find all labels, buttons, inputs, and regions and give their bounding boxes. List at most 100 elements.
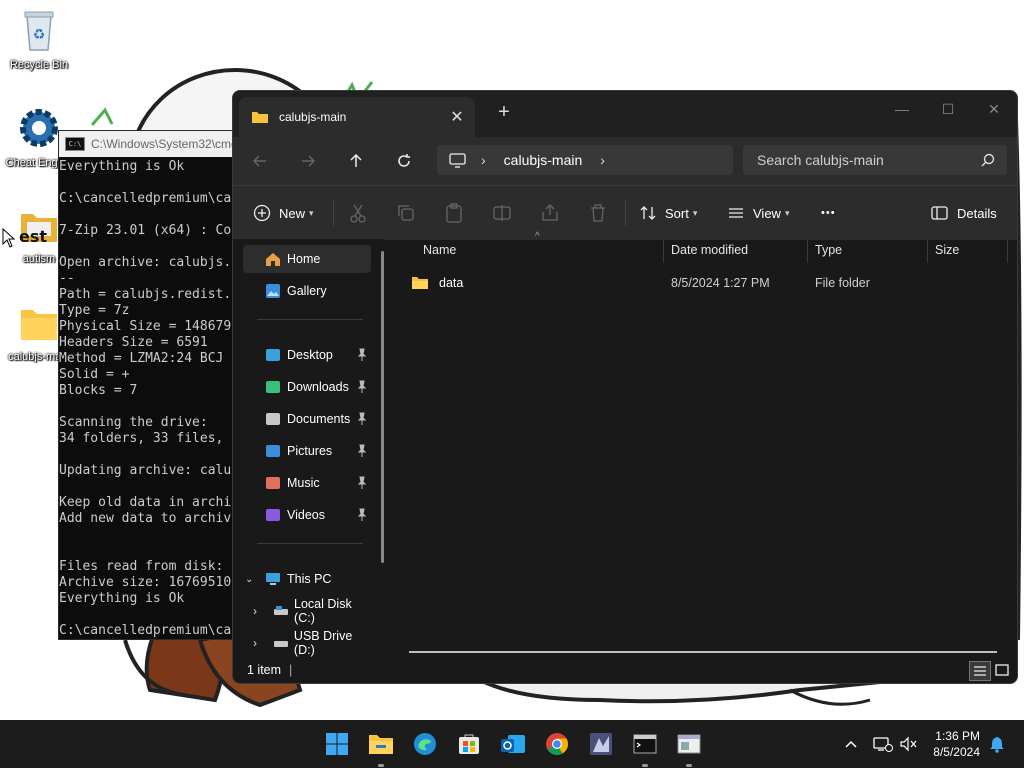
nav-item-music[interactable]: Music (243, 469, 371, 497)
cmd-line: Everything is Ok (59, 159, 185, 174)
chevron-down-icon: ▾ (784, 207, 790, 218)
taskbar-chrome[interactable] (542, 729, 572, 759)
details-button[interactable]: Details (931, 198, 997, 228)
chevron-right-icon[interactable]: › (600, 152, 605, 168)
game-app-icon (590, 733, 612, 755)
tab-calubjs-main[interactable]: calubjs-main ✕ (239, 97, 475, 137)
cmd-icon: C:\ (65, 137, 85, 151)
tiles-view-button[interactable] (993, 661, 1011, 679)
show-hidden-icons-button[interactable] (838, 729, 864, 759)
new-button[interactable]: New ▾ (253, 198, 314, 228)
arrow-right-icon (302, 155, 316, 167)
nav-item-usb-drive[interactable]: › USB Drive (D:) (243, 629, 371, 657)
cmd-line: Type = 7z (59, 303, 130, 318)
copy-icon[interactable] (395, 202, 417, 224)
taskbar-game-app[interactable] (586, 729, 616, 759)
pin-icon[interactable] (357, 476, 367, 490)
cmd-line: C:\cancelledpremium\ca (59, 191, 232, 206)
chevron-right-icon[interactable]: › (253, 604, 257, 618)
cut-icon[interactable] (347, 202, 369, 224)
pin-icon[interactable] (357, 412, 367, 426)
taskbar-command-prompt[interactable] (630, 729, 660, 759)
nav-item-local-disk[interactable]: › Local Disk (C:) (243, 597, 371, 625)
folder-icon (252, 112, 268, 123)
system-clock[interactable]: 1:36 PM 8/5/2024 (933, 728, 980, 760)
taskbar-app-window[interactable] (674, 729, 704, 759)
horizontal-scrollbar[interactable] (409, 651, 997, 653)
up-button[interactable] (341, 147, 371, 175)
documents-icon (266, 413, 280, 425)
tab-title: calubjs-main (279, 110, 347, 124)
cmd-line: 7-Zip 23.01 (x64) : Co (59, 223, 232, 238)
pin-icon[interactable] (357, 348, 367, 362)
taskbar-edge[interactable] (410, 729, 440, 759)
nav-item-this-pc[interactable]: ⌄ This PC (243, 565, 371, 593)
cmd-line: Archive size: 16769510 (59, 575, 232, 590)
paste-icon[interactable] (443, 202, 465, 224)
delete-icon[interactable] (587, 202, 609, 224)
volume-status[interactable] (896, 729, 922, 759)
nav-label: This PC (287, 572, 332, 586)
new-tab-button[interactable]: + (491, 101, 517, 124)
nav-scrollbar[interactable] (381, 251, 384, 563)
taskbar-file-explorer[interactable] (366, 729, 396, 759)
more-options-button[interactable]: ••• (821, 198, 836, 228)
running-indicator (642, 764, 648, 767)
separator (257, 319, 363, 320)
address-box[interactable]: › calubjs-main › (437, 145, 733, 175)
back-button[interactable] (245, 147, 275, 175)
taskbar-outlook[interactable] (498, 729, 528, 759)
maximize-button[interactable]: ☐ (925, 95, 971, 123)
list-view-icon (974, 666, 986, 676)
close-window-button[interactable]: ✕ (971, 95, 1017, 123)
close-tab-icon[interactable]: ✕ (445, 107, 469, 127)
nav-item-home[interactable]: Home (243, 245, 371, 273)
column-separator[interactable] (1007, 239, 1008, 263)
table-row[interactable]: data 8/5/2024 1:27 PM File folder (401, 271, 1001, 295)
separator (625, 200, 626, 226)
network-status[interactable] (870, 729, 896, 759)
column-header-date[interactable]: Date modified (671, 239, 748, 261)
column-header-name[interactable]: Name (423, 239, 456, 261)
breadcrumb[interactable]: calubjs-main (504, 152, 583, 168)
network-icon (873, 737, 893, 752)
nav-item-pictures[interactable]: Pictures (243, 437, 371, 465)
column-separator[interactable] (663, 239, 664, 263)
pin-icon[interactable] (357, 444, 367, 458)
details-view-button[interactable] (969, 661, 991, 681)
home-icon (266, 253, 280, 266)
column-header-type[interactable]: Type (815, 239, 842, 261)
column-separator[interactable] (807, 239, 808, 263)
tiles-view-icon (995, 664, 1009, 676)
column-separator[interactable] (927, 239, 928, 263)
chevron-right-icon[interactable]: › (253, 636, 257, 650)
nav-item-videos[interactable]: Videos (243, 501, 371, 529)
nav-label: Documents (287, 412, 351, 426)
search-input[interactable]: Search calubjs-main (743, 145, 1007, 175)
column-header-size[interactable]: Size (935, 239, 959, 261)
nav-item-downloads[interactable]: Downloads (243, 373, 371, 401)
file-explorer-window[interactable]: calubjs-main ✕ + — ☐ ✕ › calubjs-main › … (232, 90, 1018, 684)
pin-icon[interactable] (357, 380, 367, 394)
start-button[interactable] (322, 729, 352, 759)
chevron-up-icon (845, 740, 857, 748)
sort-button[interactable]: Sort ▾ (639, 198, 697, 228)
forward-button[interactable] (293, 147, 323, 175)
nav-label: Local Disk (C:) (294, 597, 352, 625)
nav-item-documents[interactable]: Documents (243, 405, 371, 433)
folder-icon: est (19, 214, 57, 246)
nav-label: Gallery (287, 284, 327, 298)
rename-icon[interactable] (491, 202, 513, 224)
notification-center-button[interactable] (984, 729, 1010, 759)
sort-label: Sort (665, 205, 689, 221)
taskbar-store[interactable] (454, 729, 484, 759)
minimize-button[interactable]: — (879, 95, 925, 123)
share-icon[interactable] (539, 202, 561, 224)
nav-item-desktop[interactable]: Desktop (243, 341, 371, 369)
desktop-icon-recycle-bin[interactable]: ♻ Recycle Bin (0, 8, 78, 71)
nav-item-gallery[interactable]: Gallery (243, 277, 371, 305)
pin-icon[interactable] (357, 508, 367, 522)
view-button[interactable]: View ▾ (727, 198, 789, 228)
refresh-button[interactable] (389, 147, 419, 175)
chevron-down-icon[interactable]: ⌄ (245, 574, 253, 585)
